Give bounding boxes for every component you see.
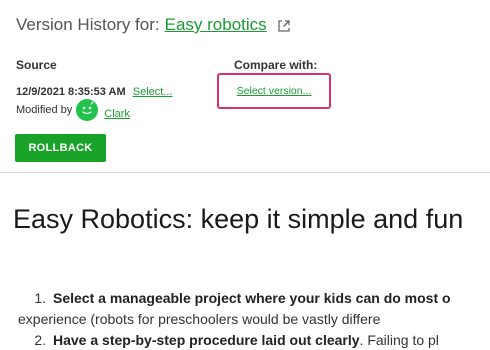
modified-by-row: Modified by Clark — [16, 99, 130, 121]
page-header: Version History for: Easy robotics — [16, 15, 291, 35]
compare-select-link[interactable]: Select version... — [237, 85, 312, 97]
list-item-continuation: experience (robots for preschoolers woul… — [18, 311, 381, 327]
list-item-rest: . Failing to pl — [359, 332, 439, 348]
source-label: Source — [16, 58, 57, 72]
list-item-number: 1. — [34, 290, 46, 306]
header-prefix: Version History for: — [16, 15, 160, 34]
source-version-row: 12/9/2021 8:35:53 AM Select... — [16, 86, 172, 98]
document-title: Easy Robotics: keep it simple and fun — [13, 204, 464, 234]
modified-by-label: Modified by — [16, 104, 73, 116]
rollback-button[interactable]: ROLLBACK — [15, 134, 106, 162]
compare-label: Compare with: — [234, 58, 318, 72]
version-history-panel: Version History for: Easy robotics Sourc… — [0, 0, 490, 350]
user-avatar-icon — [76, 99, 99, 121]
list-item-text: Have a step-by-step procedure laid out c… — [53, 330, 490, 350]
document-list: 1. Select a manageable project where you… — [18, 288, 490, 350]
list-item-bold: Have a step-by-step procedure laid out c… — [53, 332, 360, 348]
author-link[interactable]: Clark — [104, 108, 130, 120]
section-divider — [0, 172, 490, 173]
list-item: 2. Have a step-by-step procedure laid ou… — [18, 330, 490, 350]
page-name-link[interactable]: Easy robotics — [165, 15, 267, 35]
list-item-text: Select a manageable project where your k… — [53, 288, 490, 309]
list-item-number: 2. — [34, 332, 46, 348]
source-select-link[interactable]: Select... — [133, 86, 173, 98]
external-link-icon[interactable] — [277, 18, 291, 32]
source-timestamp: 12/9/2021 8:35:53 AM — [16, 86, 126, 98]
list-item: 1. Select a manageable project where you… — [18, 288, 490, 309]
list-item-bold: Select a manageable project where your k… — [53, 290, 451, 306]
compare-select-highlight: Select version... — [217, 73, 331, 109]
